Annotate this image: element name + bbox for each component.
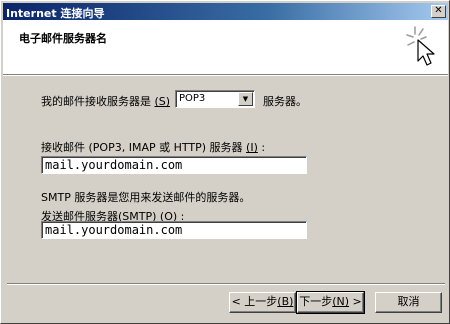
incoming-server-label: 接收邮件 (POP3, IMAP 或 HTTP) 服务器 (I) : bbox=[41, 139, 265, 155]
next-button-accesskey: (N) bbox=[332, 295, 350, 308]
wizard-cursor-icon bbox=[406, 26, 435, 66]
page-heading: 电子邮件服务器名 bbox=[19, 32, 107, 45]
incoming-server-type-value: POP3 bbox=[179, 93, 206, 104]
incoming-type-label: 我的邮件接收服务器是 (S) bbox=[41, 93, 170, 109]
title-bar[interactable]: Internet 连接向导 ✕ bbox=[3, 3, 448, 20]
back-button[interactable]: < 上一步(B) bbox=[229, 292, 296, 313]
incoming-server-label-text: 接收邮件 (POP3, IMAP 或 HTTP) 服务器 bbox=[41, 141, 243, 154]
button-separator bbox=[7, 283, 445, 285]
next-button-label: 下一步 bbox=[299, 295, 333, 308]
wizard-header: 电子邮件服务器名 bbox=[3, 20, 448, 76]
outgoing-server-input[interactable]: mail.yourdomain.com bbox=[41, 221, 307, 239]
wizard-window: Internet 连接向导 ✕ 电子邮件服务器名 我的邮件接收服务器是 (S) … bbox=[0, 0, 450, 324]
incoming-type-accesskey: (S) bbox=[154, 95, 171, 108]
incoming-server-label-colon: : bbox=[261, 141, 266, 154]
dropdown-arrow[interactable]: ▼ bbox=[238, 92, 253, 106]
incoming-type-label-text: 我的邮件接收服务器是 bbox=[41, 95, 151, 108]
next-button-arrow: > bbox=[349, 295, 362, 308]
smtp-description: SMTP 服务器是您用来发送邮件的服务器。 bbox=[41, 191, 251, 204]
back-button-label: < 上一步 bbox=[231, 295, 278, 308]
incoming-server-input[interactable]: mail.yourdomain.com bbox=[41, 156, 307, 174]
close-icon: ✕ bbox=[434, 5, 443, 16]
chevron-down-icon: ▼ bbox=[242, 95, 249, 103]
incoming-type-suffix: 服务器。 bbox=[263, 95, 307, 108]
cancel-button[interactable]: 取消 bbox=[375, 292, 442, 313]
incoming-server-type-select[interactable]: POP3 ▼ bbox=[175, 90, 255, 108]
window-title: Internet 连接向导 bbox=[6, 7, 105, 20]
close-button[interactable]: ✕ bbox=[431, 5, 446, 18]
incoming-server-accesskey: (I) bbox=[246, 141, 258, 154]
next-button[interactable]: 下一步(N) > bbox=[296, 291, 365, 314]
back-button-accesskey: (B) bbox=[277, 295, 294, 308]
